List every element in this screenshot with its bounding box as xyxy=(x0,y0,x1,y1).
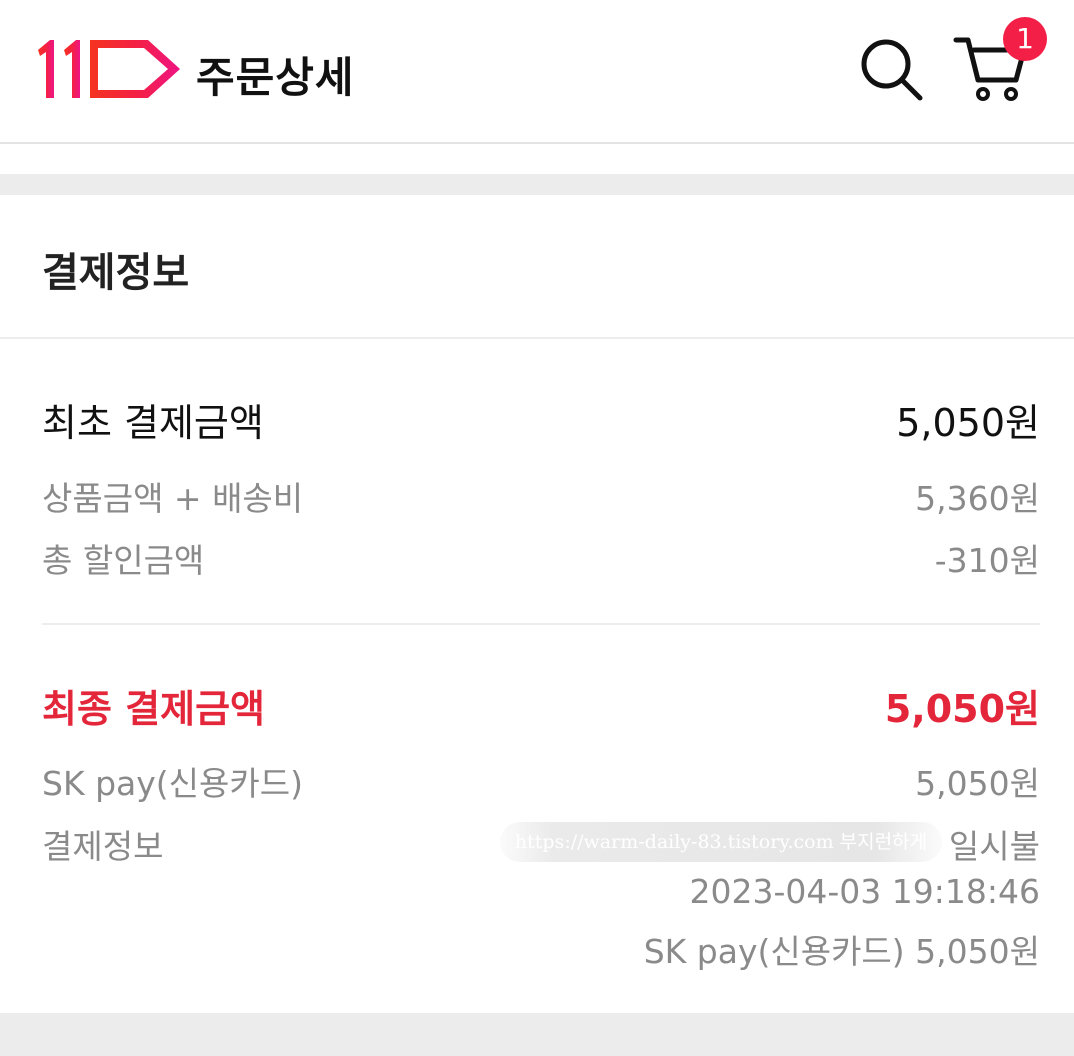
payment-info-label: 결제정보 xyxy=(42,827,164,866)
installment-value: 일시불 xyxy=(948,827,1040,866)
divider xyxy=(0,337,1074,339)
section-divider xyxy=(0,174,1074,195)
section-title: 결제정보 xyxy=(42,250,190,296)
discount-value: -310원 xyxy=(934,541,1040,580)
app-header: 주문상세 1 xyxy=(0,0,1074,144)
section-divider xyxy=(0,1013,1074,1056)
initial-payment-label: 최초 결제금액 xyxy=(42,401,264,445)
11st-logo[interactable] xyxy=(36,36,182,102)
page-title: 주문상세 xyxy=(196,53,355,102)
subtotal-label: 상품금액 + 배송비 xyxy=(42,479,304,518)
payment-method-value: 5,050원 xyxy=(915,764,1040,803)
payment-summary: SK pay(신용카드) 5,050원 xyxy=(643,932,1040,971)
discount-label: 총 할인금액 xyxy=(42,541,205,580)
final-payment-label: 최종 결제금액 xyxy=(42,687,265,731)
cart-count-badge: 1 xyxy=(1003,17,1047,61)
watermark: https://warm-daily-83.tistory.com 부지런하게 xyxy=(500,822,942,862)
payment-method-label: SK pay(신용카드) xyxy=(42,764,303,803)
final-payment-value: 5,050원 xyxy=(884,687,1040,731)
search-icon[interactable] xyxy=(858,36,924,102)
payment-datetime: 2023-04-03 19:18:46 xyxy=(689,872,1040,911)
subtotal-value: 5,360원 xyxy=(915,479,1040,518)
initial-payment-value: 5,050원 xyxy=(896,401,1040,445)
divider xyxy=(42,623,1040,625)
